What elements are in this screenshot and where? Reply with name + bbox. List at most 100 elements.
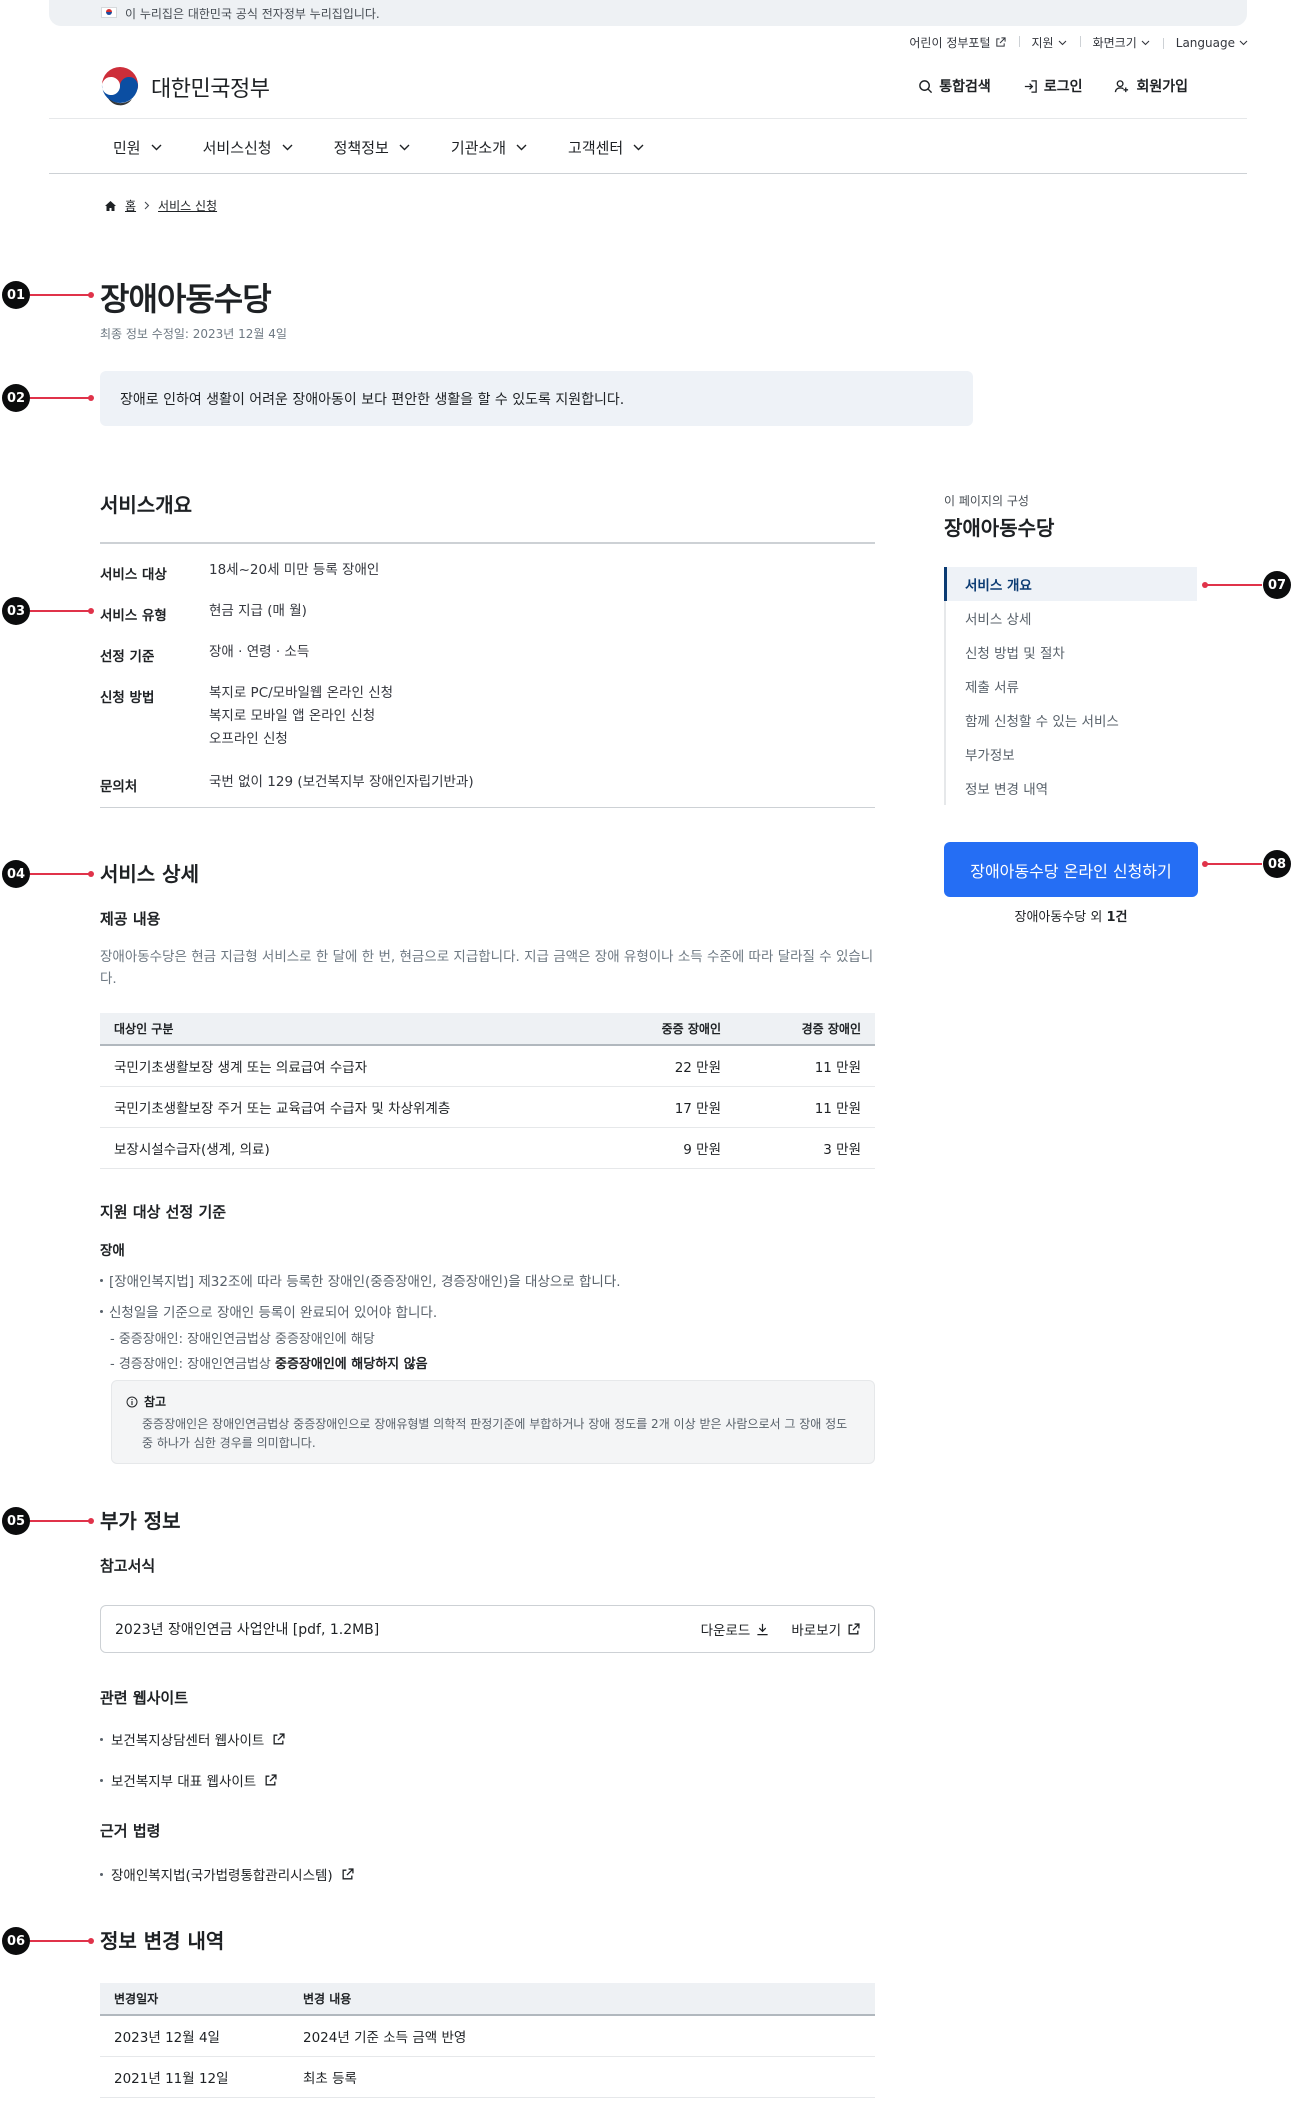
gnb-item-support[interactable]: 고객센터: [568, 137, 644, 158]
toc-item-overview[interactable]: 서비스 개요: [944, 567, 1197, 601]
note-title: 참고: [144, 1395, 167, 1409]
toc-item-documents[interactable]: 제출 서류: [946, 669, 1197, 703]
table-cell: 3 만원: [735, 1127, 875, 1169]
annotation-line: [30, 871, 94, 877]
table-cell: 17 만원: [595, 1086, 735, 1128]
site-link[interactable]: 보건복지부 대표 웹사이트: [100, 1770, 277, 1790]
dash-text: - 경증장애인: 장애인연금법상: [110, 1357, 275, 1372]
search-button[interactable]: 통합검색: [918, 76, 991, 96]
download-button[interactable]: 다운로드: [701, 1619, 770, 1639]
extra-heading: 부가 정보: [100, 1509, 181, 1533]
table-cell: 최초 등록: [289, 2056, 875, 2098]
gnb-label: 민원: [113, 138, 141, 157]
support-menu[interactable]: 지원: [1018, 34, 1080, 51]
table-header-row: 대상인 구분 중증 장애인 경증 장애인: [100, 1013, 875, 1046]
annotation-line: [30, 1518, 94, 1524]
breadcrumb-current[interactable]: 서비스 신청: [158, 197, 217, 214]
dash-item: - 중증장애인: 장애인연금법상 중증장애인에 해당: [110, 1332, 375, 1347]
external-link-icon: [273, 1732, 285, 1744]
chevron-down-icon: [1239, 40, 1248, 45]
login-button[interactable]: 로그인: [1023, 76, 1082, 96]
apply-count-number: 1건: [1106, 910, 1128, 925]
logo-text: 대한민국정부: [151, 77, 270, 102]
table-header: 변경 내용: [289, 1983, 875, 2016]
annotation-marker-05: 05: [2, 1507, 30, 1535]
toc-item-related[interactable]: 함께 신청할 수 있는 서비스: [946, 703, 1197, 737]
overview-row: 서비스 대상 18세~20세 미만 등록 장애인: [100, 562, 379, 583]
font-size-menu[interactable]: 화면크기: [1079, 34, 1163, 51]
search-label: 통합검색: [939, 79, 991, 95]
table-header: 중증 장애인: [595, 1013, 735, 1046]
breadcrumb-home[interactable]: 홈: [125, 197, 136, 214]
table-row: 국민기초생활보장 주거 또는 교육급여 수급자 및 차상위계층 17 만원 11…: [100, 1086, 875, 1128]
chevron-down-icon: [516, 144, 527, 150]
signup-button[interactable]: 회원가입: [1114, 76, 1188, 96]
overview-value-line: 18세~20세 미만 등록 장애인: [209, 562, 380, 578]
site-link-label: 보건복지부 대표 웹사이트: [111, 1774, 257, 1790]
external-link-icon: [265, 1773, 277, 1785]
apply-online-button[interactable]: 장애아동수당 온라인 신청하기: [944, 842, 1198, 897]
divider: [100, 807, 875, 808]
bullet-dot: [100, 1737, 103, 1741]
site-link[interactable]: 보건복지상담센터 웹사이트: [100, 1729, 285, 1749]
annotation-marker-04: 04: [2, 860, 30, 888]
law-link[interactable]: 장애인복지법(국가법령통합관리시스템): [100, 1864, 354, 1884]
law-link-label: 장애인복지법(국가법령통합관리시스템): [111, 1868, 333, 1884]
toc-item-history[interactable]: 정보 변경 내역: [946, 771, 1197, 805]
overview-value-line: 복지로 모바일 앱 온라인 신청: [209, 708, 376, 724]
table-row: 보장시설수급자(생계, 의료) 9 만원 3 만원: [100, 1127, 875, 1169]
provide-text: 장애아동수당은 현금 지급형 서비스로 한 달에 한 번, 현금으로 지급합니다…: [100, 949, 874, 987]
bullet-dot: [100, 1278, 103, 1282]
bullet-dot: [100, 1309, 103, 1313]
overview-value: 국번 없이 129 (보건복지부 장애인자립기반과): [209, 771, 474, 795]
provide-heading: 제공 내용: [100, 910, 161, 928]
annotation-marker-01: 01: [2, 281, 30, 309]
overview-row: 서비스 유형 현금 지급 (매 월): [100, 603, 307, 624]
external-link-icon: [995, 37, 1006, 47]
annotation-line: [30, 395, 94, 401]
chevron-down-icon: [633, 144, 644, 150]
overview-value: 복지로 PC/모바일웹 온라인 신청 복지로 모바일 앱 온라인 신청 오프라인…: [209, 682, 393, 751]
list-item: 신청일을 기준으로 장애인 등록이 완료되어 있어야 합니다.: [100, 1301, 437, 1321]
table-row: 2021년 11월 12일 최초 등록: [100, 2056, 875, 2098]
bullet-dot: [100, 1872, 103, 1876]
site-logo[interactable]: 대한민국정부: [99, 66, 270, 108]
law-heading: 근거 법령: [100, 1822, 161, 1840]
criteria-subheading: 장애: [100, 1243, 125, 1259]
external-link-icon: [342, 1867, 354, 1879]
toc-item-procedure[interactable]: 신청 방법 및 절차: [946, 635, 1197, 669]
table-cell: 22 만원: [595, 1045, 735, 1087]
header-actions: 통합검색 로그인 회원가입: [918, 76, 1188, 96]
font-size-label: 화면크기: [1092, 36, 1137, 50]
annotation-line: [1202, 582, 1262, 588]
table-header: 대상인 구분: [100, 1013, 595, 1046]
main-navigation: 민원 서비스신청 정책정보 기관소개 고객센터: [49, 118, 1247, 174]
overview-value-line: 장애 · 연령 · 소득: [209, 644, 310, 660]
toc-item-extra[interactable]: 부가정보: [946, 737, 1197, 771]
gnb-item-civil[interactable]: 민원: [113, 137, 162, 158]
gnb-item-service[interactable]: 서비스신청: [203, 137, 293, 158]
home-icon: [105, 200, 116, 211]
user-add-icon: [1115, 79, 1129, 92]
last-updated: 최종 정보 수정일: 2023년 12월 4일: [100, 327, 287, 341]
table-cell: 9 만원: [595, 1127, 735, 1169]
info-icon: [126, 1396, 138, 1407]
kids-portal-link[interactable]: 어린이 정부포털: [896, 34, 1018, 51]
gnb-label: 정책정보: [333, 138, 389, 157]
overview-value: 18세~20세 미만 등록 장애인: [209, 559, 379, 583]
gnb-item-about[interactable]: 기관소개: [451, 137, 527, 158]
language-menu[interactable]: Language: [1162, 36, 1248, 50]
table-header: 경증 장애인: [735, 1013, 875, 1046]
toc-item-detail[interactable]: 서비스 상세: [946, 601, 1197, 635]
gnb-item-policy[interactable]: 정책정보: [334, 137, 410, 158]
view-button[interactable]: 바로보기: [791, 1619, 860, 1639]
file-name: 2023년 장애인연금 사업안내 [pdf, 1.2MB]: [115, 1622, 380, 1638]
history-table: 변경일자 변경 내용 2023년 12월 4일 2024년 기준 소득 금액 반…: [100, 1983, 875, 2098]
chevron-down-icon: [151, 144, 162, 150]
dash-emphasis: 중증장애인에 해당하지 않음: [275, 1357, 428, 1372]
table-header-row: 변경일자 변경 내용: [100, 1983, 875, 2016]
dash-item: - 경증장애인: 장애인연금법상 중증장애인에 해당하지 않음: [110, 1353, 428, 1372]
signup-label: 회원가입: [1136, 79, 1188, 95]
gnb-label: 서비스신청: [202, 138, 272, 157]
forms-heading: 참고서식: [100, 1557, 156, 1575]
